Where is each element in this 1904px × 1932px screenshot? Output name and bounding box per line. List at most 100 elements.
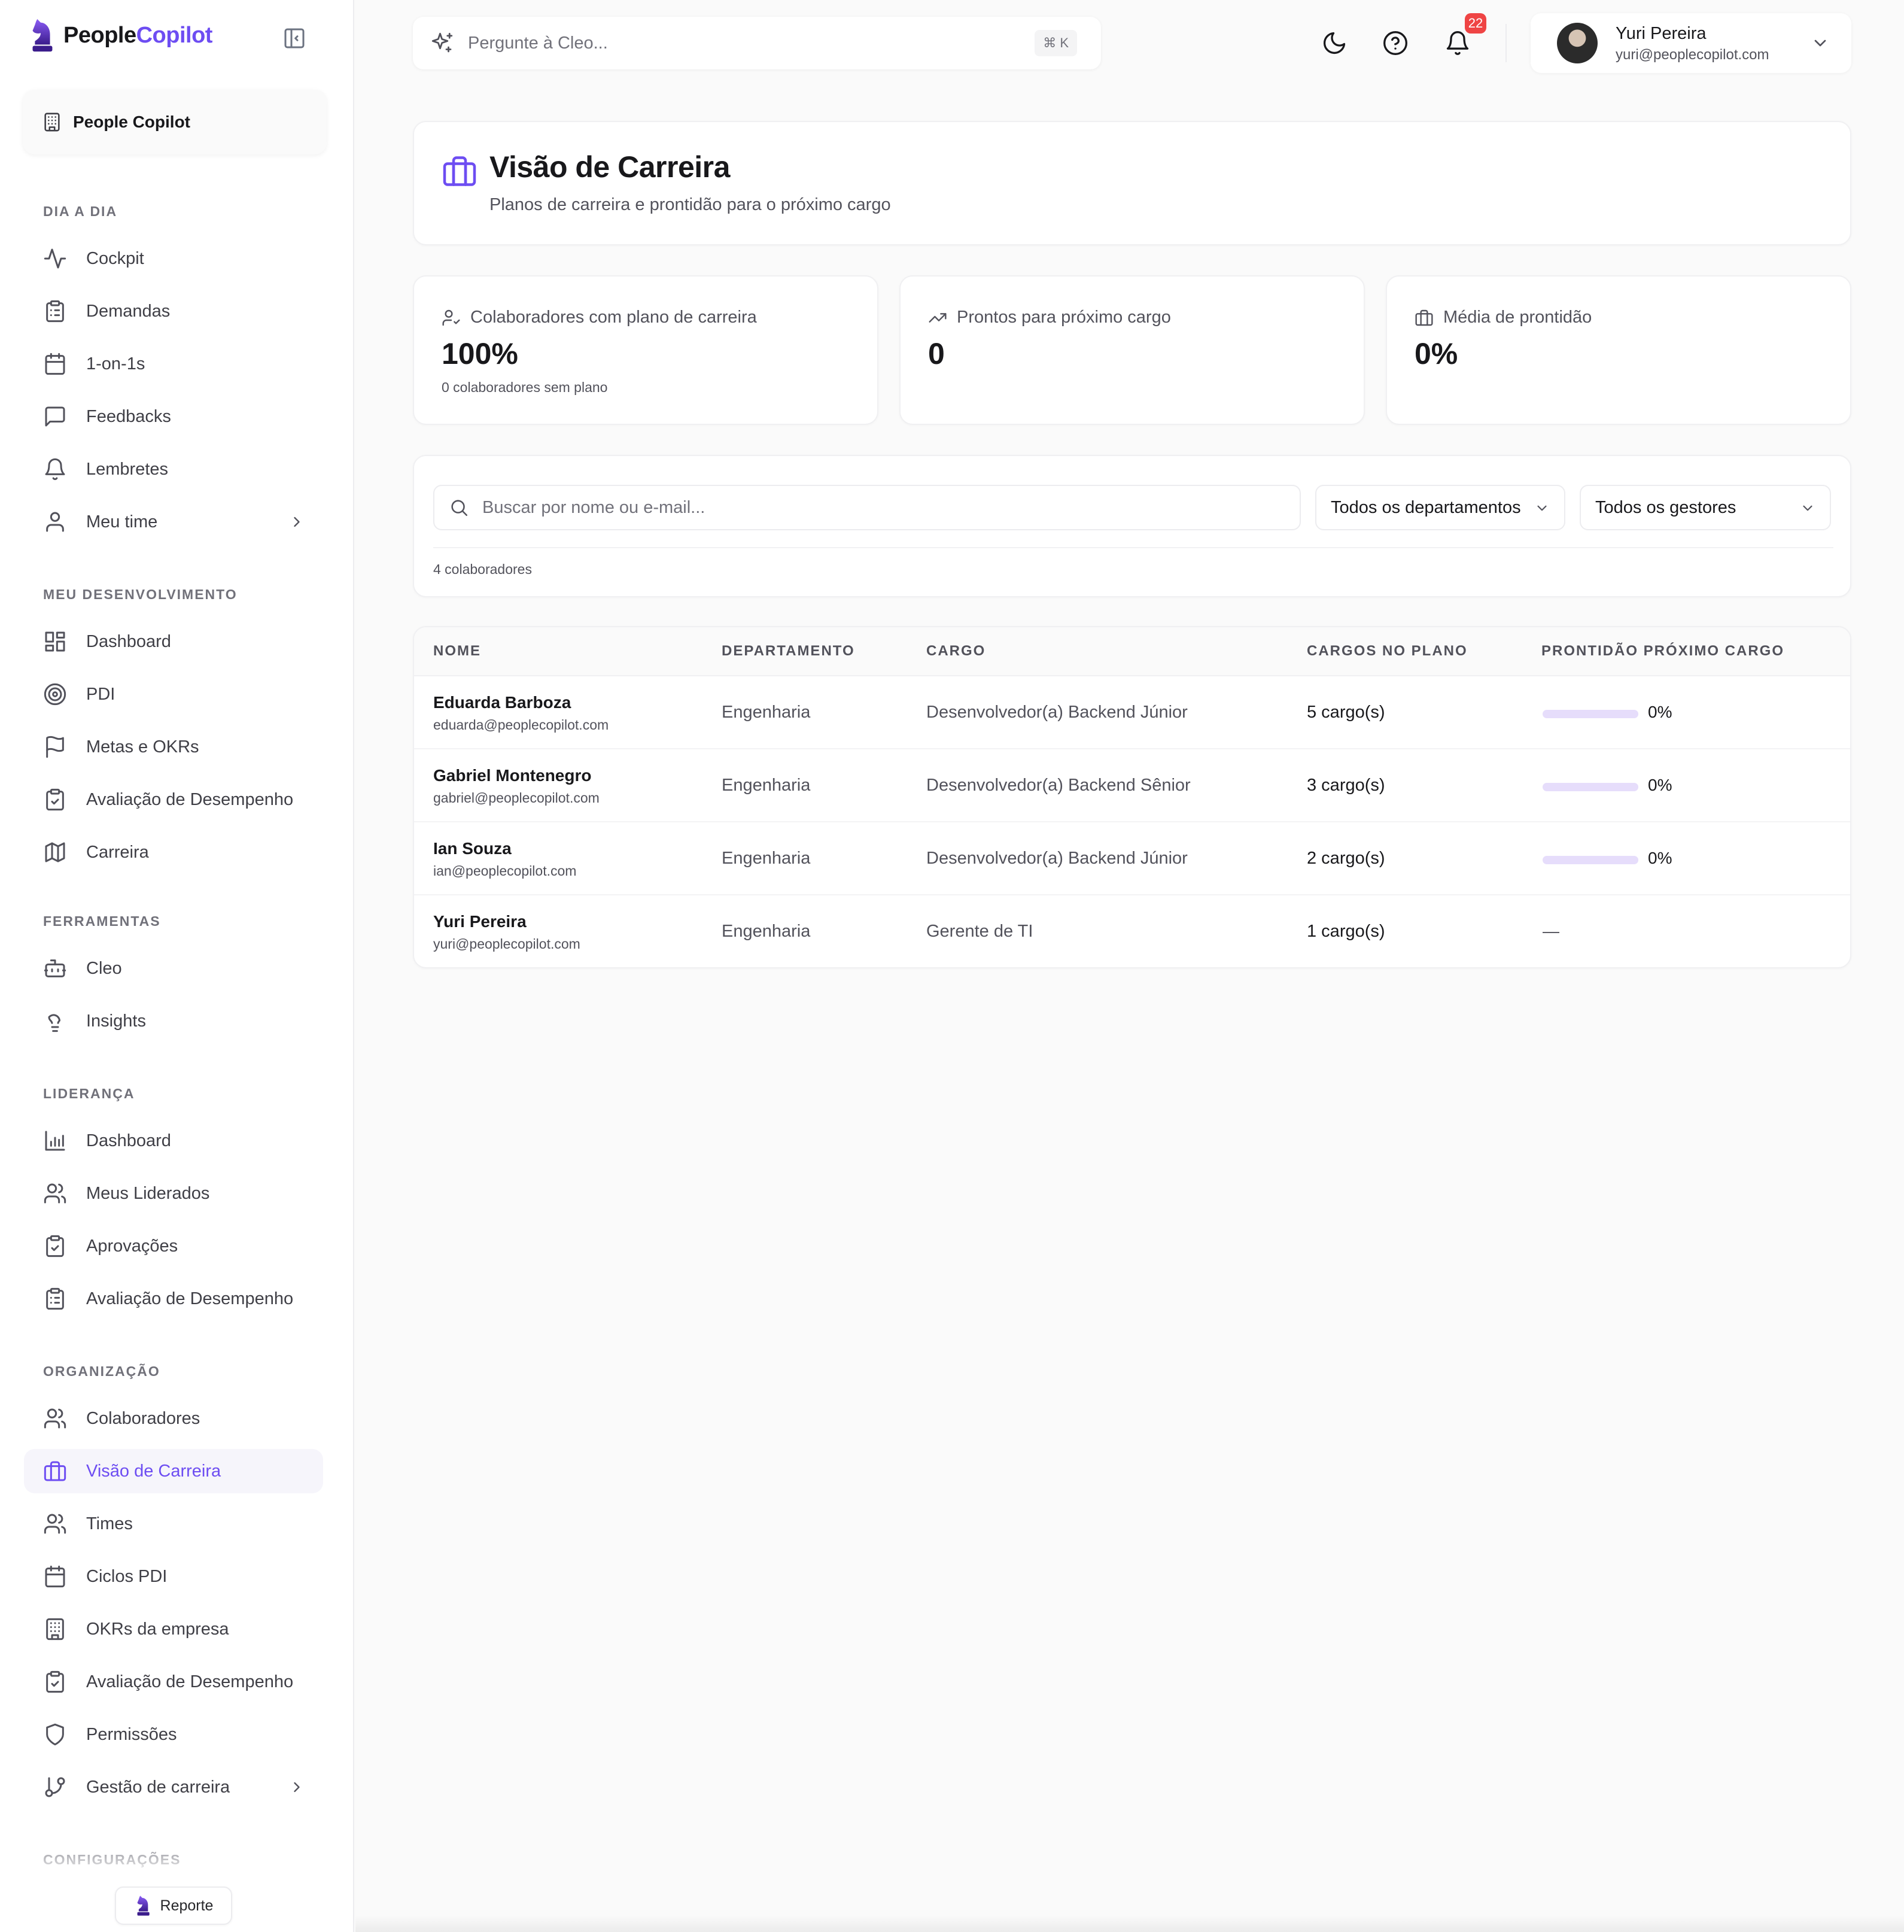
sidebar-item-insights[interactable]: Insights: [24, 999, 323, 1043]
brand-name: PeopleCopilot: [63, 23, 212, 48]
sidebar-item-demandas[interactable]: Demandas: [24, 289, 323, 333]
clipboard-check-icon: [46, 788, 64, 811]
help-circle-icon: [1383, 31, 1407, 55]
clipboard-check-icon: [46, 1670, 64, 1693]
sidebar-item-meus-liderados[interactable]: Meus Liderados: [24, 1171, 323, 1216]
column-header-readiness[interactable]: PRONTIDÃO PRÓXIMO CARGO: [1541, 643, 1784, 660]
sidebar-item-aprovacoes[interactable]: Aprovações: [24, 1224, 323, 1268]
target-icon: [44, 683, 66, 706]
column-header-plan[interactable]: CARGOS NO PLANO: [1307, 643, 1468, 660]
collapse-sidebar-button[interactable]: [282, 26, 306, 50]
collaborator-name[interactable]: Yuri Pereira: [433, 912, 527, 931]
user-email: yuri@peoplecopilot.com: [1616, 47, 1769, 63]
report-label: Reporte: [160, 1897, 214, 1914]
sidebar-item-avaliacao-de-desempenho[interactable]: Avaliação de Desempenho: [24, 1277, 323, 1321]
collaborator-department: Engenharia: [722, 849, 811, 868]
sidebar-item-dashboard[interactable]: Dashboard: [24, 1119, 323, 1163]
brand-name-part1: People: [63, 22, 136, 48]
search-input[interactable]: Buscar por nome ou e-mail...: [433, 485, 1301, 530]
notifications-button[interactable]: [1444, 30, 1471, 56]
sidebar-item-cleo[interactable]: Cleo: [24, 946, 323, 991]
stat-card-ready: Prontos para próximo cargo 0: [899, 275, 1365, 425]
sidebar-item-gestao-de-carreira[interactable]: Gestão de carreira: [24, 1765, 323, 1809]
table-row[interactable]: Eduarda Barboza eduarda@peoplecopilot.com…: [414, 676, 1850, 749]
collaborator-email: eduarda@peoplecopilot.com: [433, 717, 609, 733]
sidebar-item-label: OKRs da empresa: [86, 1619, 229, 1639]
sidebar-item-label: Cleo: [86, 958, 122, 978]
sidebar-item-lembretes[interactable]: Lembretes: [24, 447, 323, 491]
sidebar-section-title: MEU DESENVOLVIMENTO: [43, 587, 238, 602]
sidebar-item-ciclos-pdi[interactable]: Ciclos PDI: [24, 1554, 323, 1599]
theme-toggle-button[interactable]: [1321, 30, 1348, 56]
sidebar-item-visao-de-carreira[interactable]: Visão de Carreira: [24, 1449, 323, 1493]
collaborators-table: NOME DEPARTAMENTO CARGO CARGOS NO PLANO …: [413, 626, 1851, 968]
sidebar-section-title: FERRAMENTAS: [43, 913, 161, 929]
sidebar-item-label: Metas e OKRs: [86, 737, 199, 757]
sidebar-item-permissoes[interactable]: Permissões: [24, 1712, 323, 1757]
user-menu[interactable]: Yuri Pereira yuri@peoplecopilot.com: [1531, 13, 1851, 73]
lightbulb-icon: [48, 1014, 60, 1032]
sidebar-item-1-on-1s[interactable]: 1-on-1s: [24, 342, 323, 386]
sidebar-item-avaliacao-de-desempenho[interactable]: Avaliação de Desempenho: [24, 777, 323, 822]
sidebar-item-label: Meu time: [86, 512, 158, 531]
user-check-icon: [442, 309, 460, 326]
sidebar-item-carreira[interactable]: Carreira: [24, 830, 323, 874]
collaborator-name[interactable]: Ian Souza: [433, 839, 512, 858]
org-switcher[interactable]: People Copilot: [23, 90, 327, 154]
sidebar-item-feedbacks[interactable]: Feedbacks: [24, 394, 323, 439]
sidebar-item-label: Gestão de carreira: [86, 1777, 230, 1797]
sidebar-item-label: Dashboard: [86, 1131, 171, 1150]
ask-cleo-placeholder: Pergunte à Cleo...: [468, 33, 608, 53]
table-row[interactable]: Gabriel Montenegro gabriel@peoplecopilot.…: [414, 749, 1850, 822]
collaborator-name[interactable]: Eduarda Barboza: [433, 693, 571, 712]
shortcut-hint: ⌘ K: [1035, 30, 1077, 56]
column-header-name[interactable]: NOME: [433, 643, 481, 660]
sidebar-item-times[interactable]: Times: [24, 1502, 323, 1546]
ask-cleo-input[interactable]: Pergunte à Cleo... ⌘ K: [413, 17, 1101, 69]
chevron-down-icon: [1814, 40, 1826, 47]
collaborator-email: gabriel@peoplecopilot.com: [433, 790, 600, 806]
stat-header: Prontos para próximo cargo: [928, 308, 1171, 327]
readiness-percent: 0%: [1648, 703, 1672, 721]
column-header-department[interactable]: DEPARTAMENTO: [722, 643, 855, 660]
table-row[interactable]: Yuri Pereira yuri@peoplecopilot.com Engenh…: [414, 895, 1850, 967]
brand-name-part2: Copilot: [136, 22, 213, 48]
sidebar-item-dashboard[interactable]: Dashboard: [24, 619, 323, 664]
layout-dashboard-icon: [45, 631, 65, 652]
table-row[interactable]: Ian Souza ian@peoplecopilot.com Engenharia…: [414, 822, 1850, 895]
department-select[interactable]: Todos os departamentos: [1315, 485, 1565, 530]
sidebar-item-label: Times: [86, 1514, 133, 1533]
stat-label: Prontos para próximo cargo: [957, 308, 1171, 327]
department-select-value: Todos os departamentos: [1331, 497, 1521, 517]
manager-select-value: Todos os gestores: [1595, 497, 1736, 517]
building-icon: [46, 1618, 64, 1641]
collaborator-name[interactable]: Gabriel Montenegro: [433, 766, 591, 785]
collaborator-role: Desenvolvedor(a) Backend Júnior: [926, 849, 1188, 868]
sidebar-item-metas-e-okrs[interactable]: Metas e OKRs: [24, 725, 323, 769]
message-square-icon: [45, 406, 65, 427]
sidebar-item-cockpit[interactable]: Cockpit: [24, 236, 323, 281]
notifications-badge: 22: [1465, 13, 1486, 34]
report-button[interactable]: Reporte: [115, 1887, 232, 1925]
manager-select[interactable]: Todos os gestores: [1580, 485, 1831, 530]
bottom-shadow: [355, 1915, 1904, 1932]
collaborator-email: yuri@peoplecopilot.com: [433, 936, 580, 952]
sidebar-item-pdi[interactable]: PDI: [24, 672, 323, 716]
column-header-role[interactable]: CARGO: [926, 643, 986, 660]
sidebar-section-title: ORGANIZAÇÃO: [43, 1363, 160, 1379]
sidebar-item-colaboradores[interactable]: Colaboradores: [24, 1396, 323, 1441]
collaborator-role: Desenvolvedor(a) Backend Júnior: [926, 703, 1188, 722]
sidebar-item-label: Carreira: [86, 842, 149, 862]
calendar-icon: [45, 353, 65, 375]
sidebar-item-label: Demandas: [86, 301, 171, 321]
plan-roles-count: 2 cargo(s): [1307, 849, 1385, 868]
search-icon: [451, 500, 468, 517]
stat-note: 0 colaboradores sem plano: [442, 379, 608, 395]
sidebar-item-okrs-da-empresa[interactable]: OKRs da empresa: [24, 1607, 323, 1651]
readiness-empty: —: [1543, 922, 1559, 940]
sidebar-item-avaliacao-de-desempenho[interactable]: Avaliação de Desempenho: [24, 1660, 323, 1704]
brand-logo-link[interactable]: PeopleCopilot: [28, 17, 212, 54]
sidebar-item-meu-time[interactable]: Meu time: [24, 500, 323, 544]
help-button[interactable]: [1382, 30, 1409, 56]
sidebar-item-label: Lembretes: [86, 459, 169, 479]
